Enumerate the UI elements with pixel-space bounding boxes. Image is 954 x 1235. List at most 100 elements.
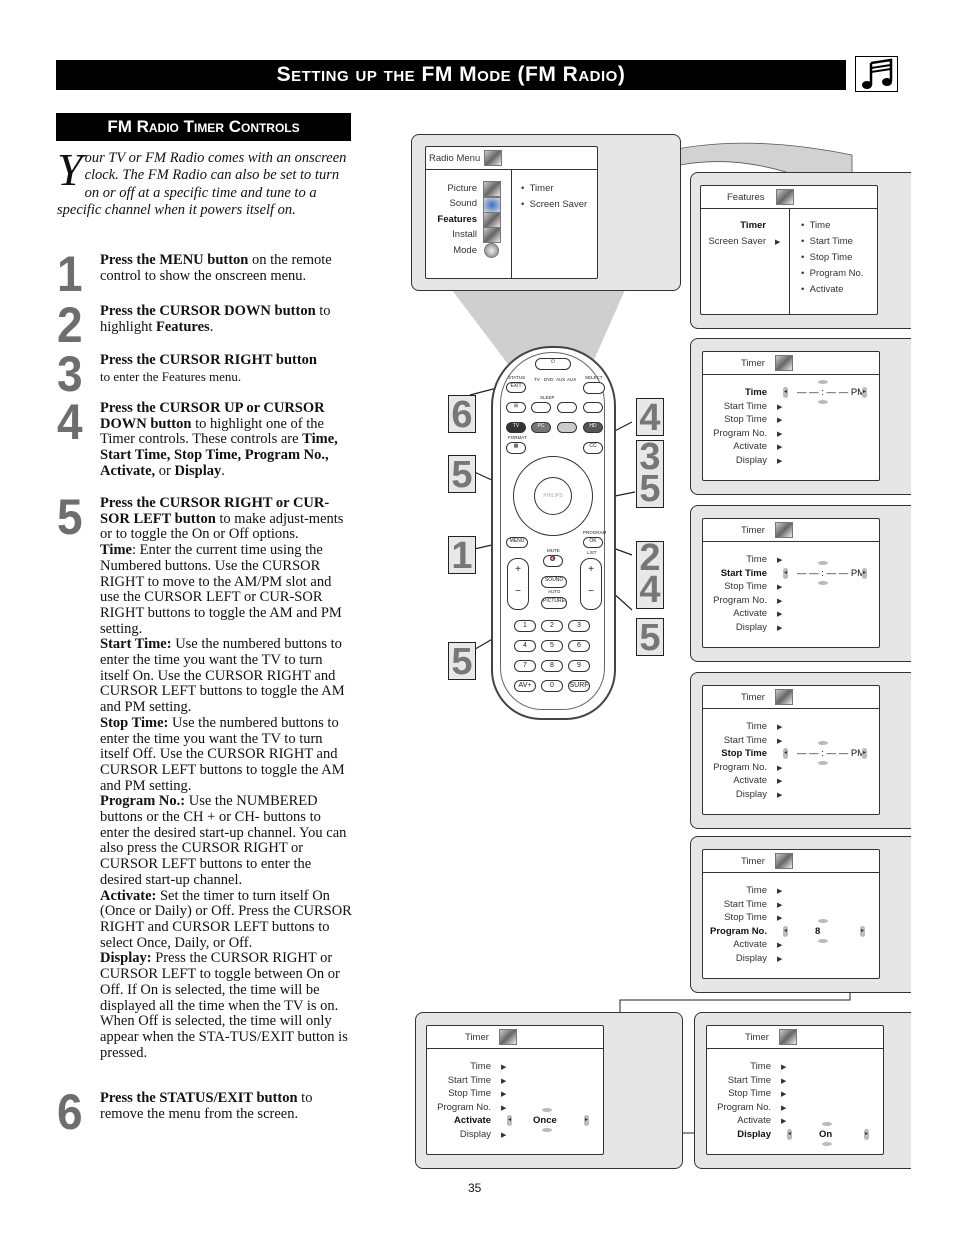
cursor-right-icon[interactable]: ▸ [860,925,865,937]
timer-item-time[interactable]: Time [745,387,767,398]
timer-item-start-time[interactable]: Start Time [728,1075,771,1086]
timer-item-program-no[interactable]: Program No. [713,595,767,606]
timer-item-activate[interactable]: Activate [733,608,767,619]
timer-item-activate[interactable]: Activate [733,775,767,786]
digit-button[interactable]: 7 [514,660,536,672]
freeze-button[interactable] [557,402,577,413]
av-source-button[interactable] [557,422,577,433]
cursor-up-icon[interactable] [818,741,828,745]
cursor-left-icon[interactable]: ◂ [783,748,788,759]
menu-item-timer[interactable]: Timer [740,220,766,231]
timer-item-activate[interactable]: Activate [733,441,767,452]
cursor-left-icon[interactable]: ◂ [783,567,788,579]
pc-source-button[interactable]: PC [531,422,551,433]
timer-item-stop-time[interactable]: Stop Time [721,748,767,759]
philips-logo-center[interactable]: PHILIPS [534,477,572,515]
digit-button[interactable]: 9 [568,660,590,672]
cursor-up-icon[interactable] [818,380,828,384]
submenu-item[interactable]: • Activate [801,284,843,295]
cursor-left-icon[interactable]: ◂ [787,1128,792,1140]
timer-item-display[interactable]: Display [460,1129,491,1140]
timer-item-program-no[interactable]: Program No. [717,1102,771,1113]
timer-item-stop-time[interactable]: Stop Time [724,912,767,923]
volume-rocker[interactable]: + − [507,558,529,610]
menu-item-install[interactable]: Install [452,229,477,240]
sound-button[interactable]: SOUND [541,576,567,588]
menu-item-sound[interactable]: Sound [450,198,477,209]
power-button[interactable]: ⏻ [535,358,571,370]
timer-item-time[interactable]: Time [750,1061,771,1072]
timer-item-display[interactable]: Display [737,1129,771,1140]
ok-button[interactable]: OK [583,537,603,548]
cursor-down-icon[interactable] [818,761,828,765]
sleep-button[interactable] [531,402,551,413]
digit-button[interactable]: 0 [541,680,563,692]
cursor-down-icon[interactable] [818,580,828,585]
tv-source-button[interactable]: TV [506,422,526,433]
menu-item-picture[interactable]: Picture [447,183,477,194]
cursor-up-icon[interactable] [822,1121,832,1126]
timer-item-program-no[interactable]: Program No. [713,428,767,439]
timer-item-activate[interactable]: Activate [454,1115,491,1126]
cursor-right-icon[interactable]: ▸ [584,1115,589,1126]
menu-item-screen-saver[interactable]: Screen Saver [708,236,766,247]
mute-button[interactable]: 🔇 [543,555,563,567]
timer-item-activate[interactable]: Activate [733,939,767,950]
cursor-left-icon[interactable]: ◂ [507,1115,512,1126]
submenu-item-timer[interactable]: • Timer [521,183,554,194]
timer-item-program-no[interactable]: Program No. [437,1102,491,1113]
timer-item-stop-time[interactable]: Stop Time [728,1088,771,1099]
cursor-left-icon[interactable]: ◂ [783,925,788,937]
digit-button[interactable]: 8 [541,660,563,672]
cursor-left-icon[interactable]: ◂ [783,387,788,398]
menu-button[interactable]: MENU [506,537,528,548]
timer-item-display[interactable]: Display [736,455,767,466]
submenu-item[interactable]: • Program No. [801,268,863,279]
surf-button[interactable]: SURF [568,680,590,692]
digit-button[interactable]: 1 [514,620,536,632]
menu-item-features[interactable]: Features [437,214,477,225]
cursor-down-icon[interactable] [818,400,828,404]
channel-rocker[interactable]: + − [580,558,602,610]
timer-item-start-time[interactable]: Start Time [724,401,767,412]
cursor-down-icon[interactable] [818,938,828,943]
timer-item-stop-time[interactable]: Stop Time [448,1088,491,1099]
submenu-item[interactable]: • Time [801,220,830,231]
timer-item-program-no[interactable]: Program No. [713,762,767,773]
submenu-item[interactable]: • Start Time [801,236,853,247]
timer-item-display[interactable]: Display [736,953,767,964]
timer-item-stop-time[interactable]: Stop Time [724,581,767,592]
digit-button[interactable]: 6 [568,640,590,652]
pip-button[interactable]: ⊞ [506,402,526,413]
timer-item-activate[interactable]: Activate [737,1115,771,1126]
timer-item-time[interactable]: Time [470,1061,491,1072]
timer-item-time[interactable]: Time [746,885,767,896]
cursor-right-icon[interactable]: ▸ [862,567,867,579]
menu-item-mode[interactable]: Mode [453,245,477,256]
timer-item-start-time[interactable]: Start Time [721,568,767,579]
timer-item-start-time[interactable]: Start Time [724,899,767,910]
timer-item-display[interactable]: Display [736,622,767,633]
status-exit-button[interactable]: EXIT [506,382,526,393]
cursor-down-icon[interactable] [542,1128,552,1132]
timer-item-start-time[interactable]: Start Time [448,1075,491,1086]
timer-item-time[interactable]: Time [746,554,767,565]
cursor-up-icon[interactable] [818,560,828,565]
cursor-up-icon[interactable] [542,1108,552,1112]
cc-button[interactable]: CC [583,442,603,454]
timer-item-time[interactable]: Time [746,721,767,732]
digit-button[interactable]: 3 [568,620,590,632]
select-button[interactable] [583,382,605,394]
picture-button[interactable]: PICTURE [541,597,567,609]
cursor-up-icon[interactable] [818,918,828,923]
cursor-down-icon[interactable] [822,1141,832,1146]
swap-button[interactable] [583,402,603,413]
timer-item-display[interactable]: Display [736,789,767,800]
digit-button[interactable]: 2 [541,620,563,632]
digit-button[interactable]: 4 [514,640,536,652]
cursor-right-icon[interactable]: ▸ [864,1128,869,1140]
timer-item-program-no[interactable]: Program No. [710,926,767,937]
timer-item-stop-time[interactable]: Stop Time [724,414,767,425]
timer-item-start-time[interactable]: Start Time [724,735,767,746]
format-button[interactable]: ▦ [506,442,526,454]
